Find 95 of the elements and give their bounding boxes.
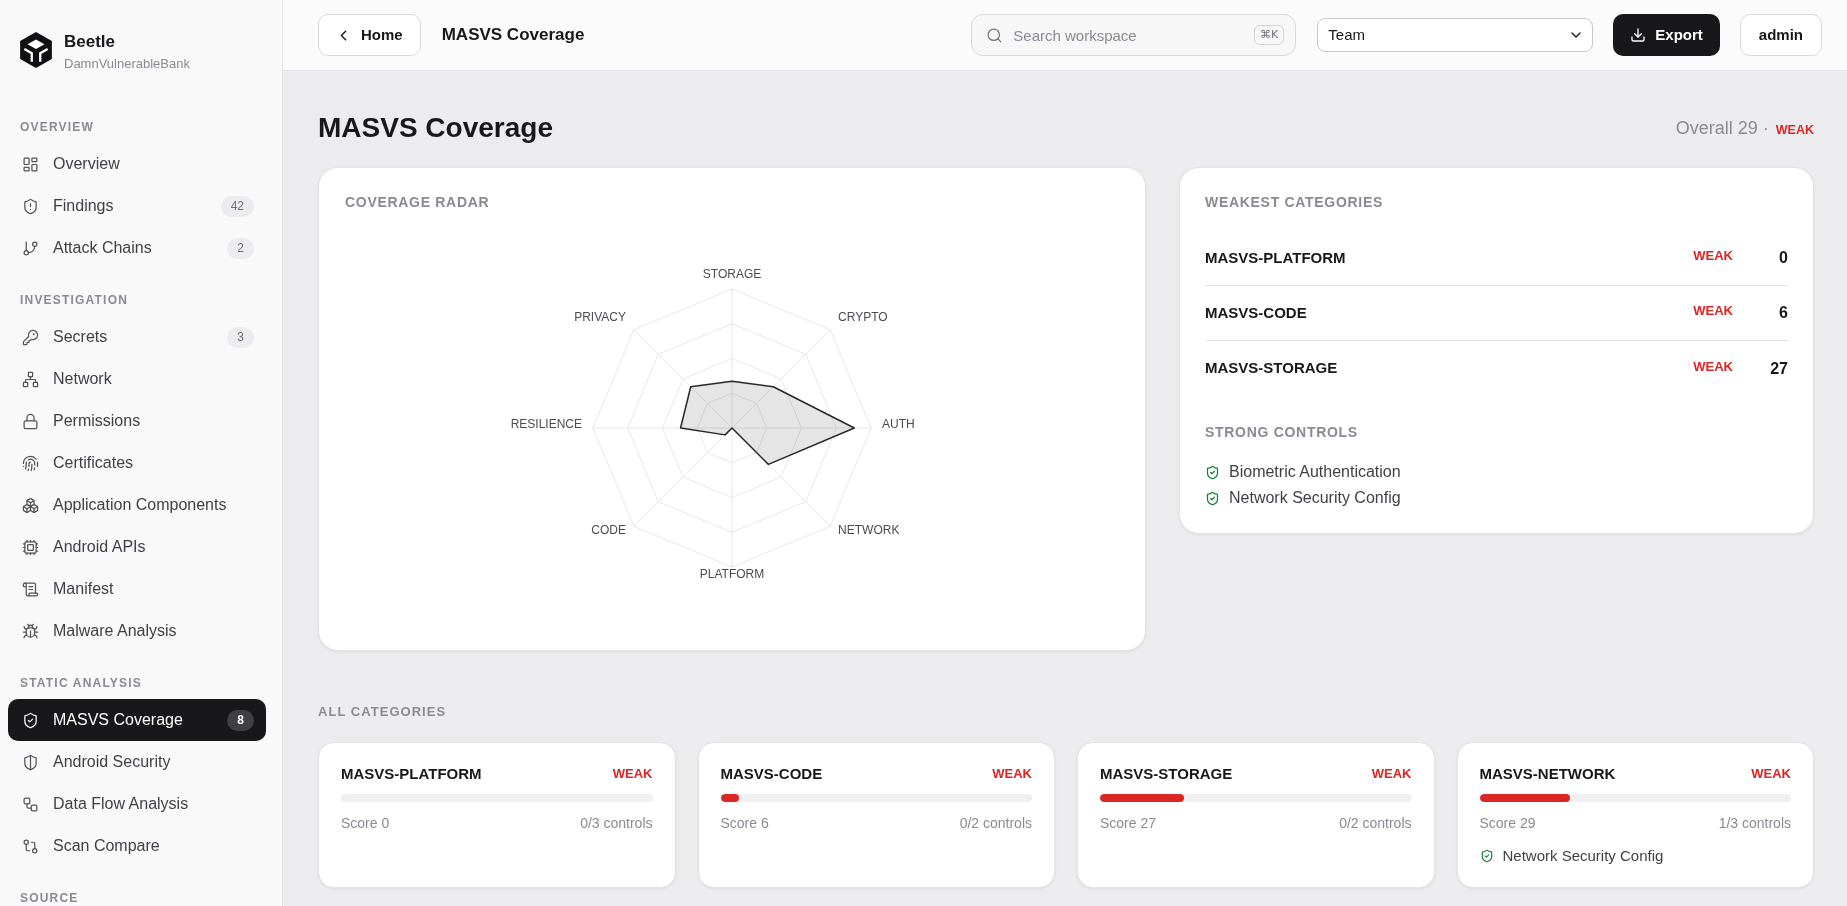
chip-icon — [22, 538, 39, 556]
axis-label: CODE — [591, 522, 626, 537]
control-name: Biometric Authentication — [1229, 462, 1401, 482]
shortcut-hint: ⌘K — [1254, 25, 1285, 45]
score-value: 0 — [1778, 248, 1788, 268]
axis-label: CRYPTO — [838, 310, 888, 325]
count-badge: 42 — [220, 195, 254, 217]
status-label: WEAK — [1693, 247, 1733, 266]
status-label: WEAK — [1693, 302, 1733, 321]
sidebar-item[interactable]: Application Components — [8, 484, 266, 526]
sidebar-item[interactable]: Android APIs — [8, 526, 266, 568]
shield-check-icon — [22, 711, 39, 729]
category-name: MASVS-CODE — [1205, 302, 1307, 323]
score-label: Score 6 — [720, 813, 769, 833]
axis-label: PRIVACY — [574, 310, 626, 325]
sidebar-item[interactable]: Secrets 3 — [8, 316, 266, 358]
controls-count: 0/2 controls — [959, 813, 1032, 833]
status-label: WEAK — [1751, 765, 1791, 784]
axis-label: NETWORK — [838, 522, 900, 537]
card-title: COVERAGE RADAR — [345, 194, 490, 211]
axis-label: STORAGE — [702, 266, 762, 281]
status-label: WEAK — [992, 765, 1032, 784]
sidebar-item[interactable]: Attack Chains 2 — [8, 227, 266, 269]
control-name: Network Security Config — [1502, 845, 1664, 866]
sidebar-item[interactable]: Network — [8, 358, 266, 400]
count-badge: 2 — [227, 237, 254, 259]
export-button[interactable]: Export — [1613, 14, 1720, 56]
sidebar-item[interactable]: Findings 42 — [8, 185, 266, 227]
section-heading: INVESTIGATION — [19, 293, 129, 307]
shield-check-icon — [1205, 464, 1220, 480]
category-name: MASVS-STORAGE — [1205, 358, 1338, 379]
category-name: MASVS-CODE — [720, 763, 823, 784]
shield-check-icon — [1205, 490, 1220, 506]
count-badge: 3 — [227, 326, 254, 348]
card-title: WEAKEST CATEGORIES — [1205, 194, 1384, 211]
section-title: STRONG CONTROLS — [1205, 424, 1358, 441]
status-label: WEAK — [1693, 357, 1733, 376]
sidebar-item[interactable]: Overview — [8, 143, 266, 185]
scope-select[interactable]: Team — [1317, 18, 1594, 52]
fingerprint-icon — [22, 454, 39, 472]
page-heading: MASVS Coverage — [318, 111, 553, 145]
score-label: Score 29 — [1479, 813, 1536, 833]
section-heading: SOURCE — [19, 891, 79, 905]
brand-subtitle: DamnVulnerableBank — [64, 55, 190, 73]
section-title: ALL CATEGORIES — [318, 705, 447, 719]
sidebar-item[interactable]: Certificates — [8, 442, 266, 484]
status-label: WEAK — [612, 765, 653, 784]
search-icon — [986, 26, 1004, 44]
count-badge: 8 — [227, 709, 254, 731]
control-name: Network Security Config — [1229, 488, 1401, 508]
compare-icon — [22, 837, 39, 855]
category-name: MASVS-STORAGE — [1100, 763, 1233, 784]
page-title: MASVS Coverage — [441, 24, 585, 47]
shield-check-icon — [1479, 849, 1494, 863]
section-heading: OVERVIEW — [19, 120, 95, 134]
download-icon — [1630, 27, 1647, 43]
sidebar-item[interactable]: Malware Analysis — [8, 610, 266, 652]
controls-count: 0/2 controls — [1339, 813, 1412, 833]
category-name: MASVS-PLATFORM — [341, 763, 482, 784]
bug-icon — [22, 622, 39, 640]
lock-icon — [22, 412, 39, 430]
branch-icon — [22, 239, 39, 257]
network-icon — [22, 370, 39, 388]
status-label: WEAK — [1775, 121, 1814, 139]
status-label: WEAK — [1371, 765, 1412, 784]
score-value: 27 — [1769, 358, 1788, 379]
workflow-icon — [22, 795, 39, 813]
score-value: 6 — [1778, 303, 1788, 323]
score-label: Score 0 — [341, 813, 390, 833]
shield-alert-icon — [22, 197, 39, 215]
section-heading: STATIC ANALYSIS — [19, 676, 142, 690]
back-button[interactable]: Home — [318, 14, 421, 56]
scroll-icon — [22, 580, 39, 598]
sidebar-item[interactable]: Data Flow Analysis — [8, 783, 266, 825]
axis-label: PLATFORM — [699, 566, 765, 581]
shield-icon — [22, 753, 39, 771]
account-button[interactable]: admin — [1739, 14, 1822, 56]
axis-label: RESILIENCE — [510, 416, 582, 431]
category-name: MASVS-NETWORK — [1479, 763, 1616, 784]
overall-score: Overall 29 · — [1675, 116, 1769, 140]
sidebar-item[interactable]: Scan Compare — [8, 825, 266, 867]
boxes-icon — [22, 496, 39, 514]
brand-name: Beetle — [64, 32, 117, 52]
controls-count: 0/3 controls — [580, 813, 653, 833]
controls-count: 1/3 controls — [1718, 813, 1791, 833]
logo-icon — [20, 32, 52, 68]
score-label: Score 27 — [1100, 813, 1157, 833]
sidebar-item[interactable]: Permissions — [8, 400, 266, 442]
axis-label: AUTH — [882, 416, 915, 431]
sidebar-item[interactable]: Manifest — [8, 568, 266, 610]
sidebar-item[interactable]: MASVS Coverage 8 — [8, 699, 266, 741]
category-name: MASVS-PLATFORM — [1205, 247, 1346, 268]
dashboard-icon — [22, 155, 39, 173]
sidebar-item[interactable]: Android Security — [8, 741, 266, 783]
key-icon — [22, 328, 39, 346]
